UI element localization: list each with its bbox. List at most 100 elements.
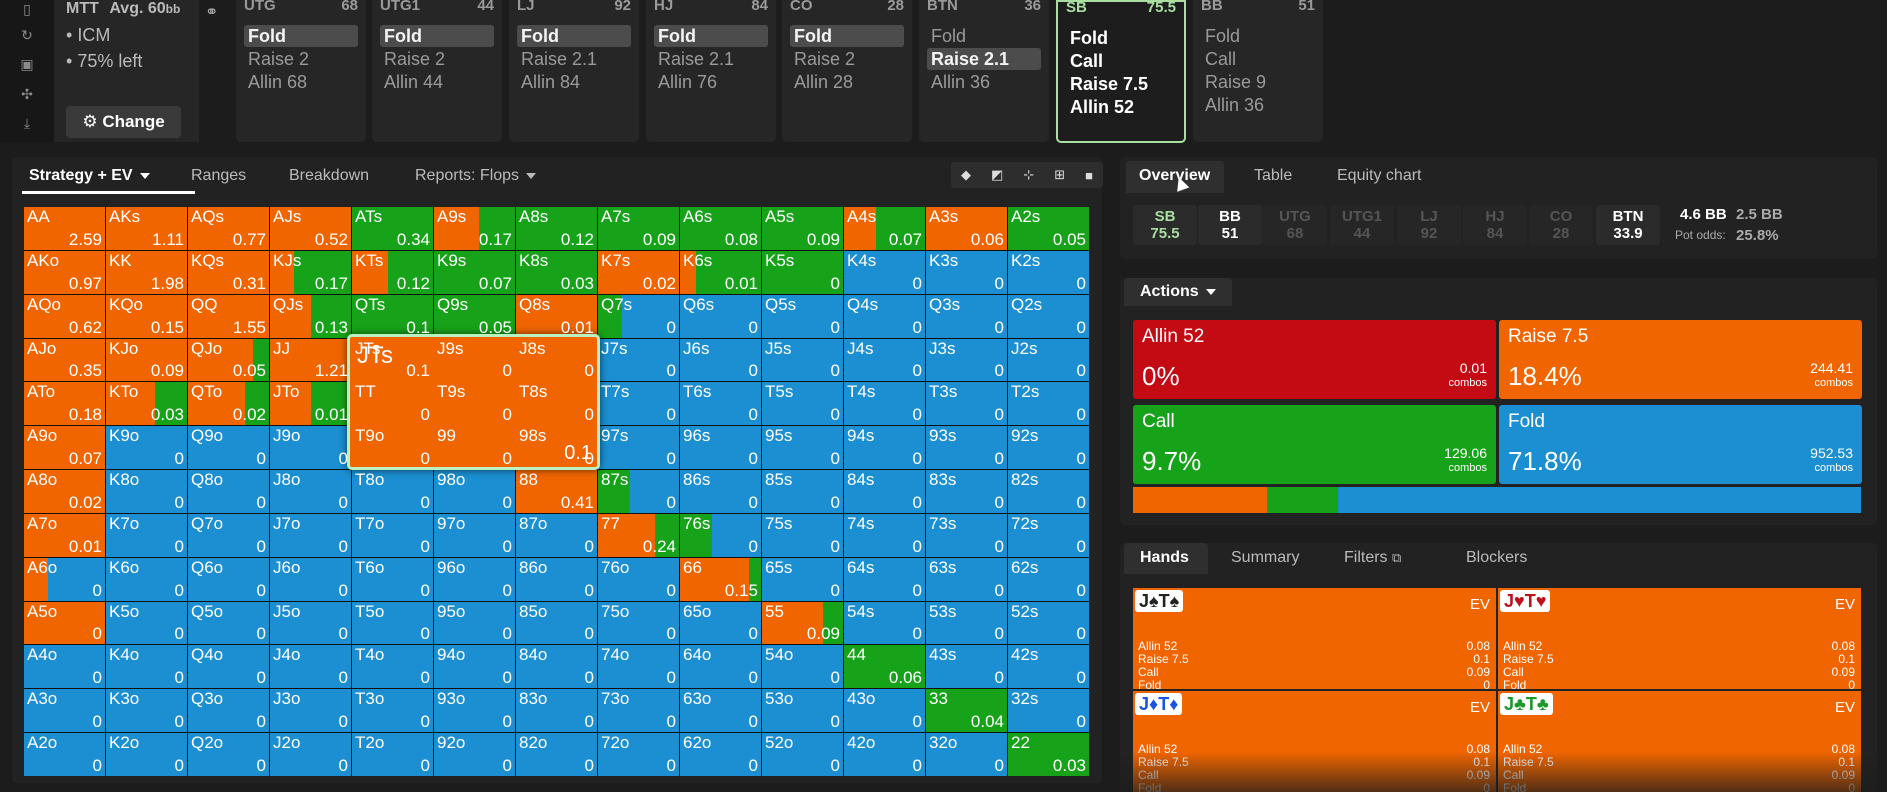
seat-utg[interactable]: UTG 68 Fold Raise 2 Allin 68 [236, 0, 366, 142]
seat-option[interactable]: Raise 2.1 [654, 48, 768, 70]
hand-cell[interactable]: J4o 0 [270, 645, 351, 689]
hand-cell[interactable]: A3o 0 [24, 689, 105, 733]
compact-icon[interactable]: ⊹ [1023, 167, 1034, 183]
hand-cell[interactable]: 98o 0 [434, 470, 515, 513]
hand-cell[interactable]: J5s 0 [762, 338, 843, 382]
hand-cell[interactable]: 95s 0 [762, 426, 843, 470]
hand-cell[interactable]: J6o 0 [270, 557, 351, 601]
hand-cell[interactable]: K3o 0 [106, 689, 187, 733]
hand-cell[interactable]: KJs 0.17 [270, 250, 351, 294]
seat-option[interactable]: Fold [654, 25, 768, 47]
hand-cell[interactable]: 87s 0 [598, 470, 679, 513]
hand-cell[interactable]: QTo 0.02 [188, 382, 269, 426]
hand-cell[interactable]: 54o 0 [762, 645, 843, 689]
hand-cell[interactable]: 72s 0 [1008, 513, 1089, 557]
overview-seat-bb[interactable]: BB 51 [1198, 205, 1262, 245]
hand-cell[interactable]: A9s 0.17 [434, 207, 515, 250]
hand-cell[interactable]: 72o 0 [598, 733, 679, 776]
tab-summary[interactable]: Summary [1231, 548, 1299, 568]
hand-cell[interactable]: Q9s 0.05 [434, 294, 515, 338]
hand-cell[interactable]: T5s 0 [762, 382, 843, 426]
hand-cell[interactable]: 83o 0 [516, 689, 597, 733]
hand-cell[interactable]: T4o 0 [352, 645, 433, 689]
seat-option[interactable]: Fold [790, 25, 904, 47]
seat-option[interactable]: Raise 7.5 [1066, 73, 1176, 95]
hand-cell[interactable]: AQo 0.62 [24, 294, 105, 338]
hand-cell[interactable]: A2s 0.05 [1008, 207, 1089, 250]
hand-cell[interactable]: Q3s 0 [926, 294, 1007, 338]
hand-cell[interactable]: K4s 0 [844, 250, 925, 294]
hand-cell[interactable]: 52s 0 [1008, 601, 1089, 645]
seat-option[interactable]: Allin 44 [380, 71, 494, 93]
contrast-icon[interactable]: ◩ [991, 167, 1003, 183]
hand-combo-card[interactable]: J♥T♥ EV Allin 52 0.08 Raise 7.5 0.1 Call 0.09 Fo… [1498, 588, 1861, 692]
hand-cell[interactable]: J2o 0 [270, 733, 351, 776]
hand-cell[interactable]: K5o 0 [106, 601, 187, 645]
hand-cell[interactable]: 76o 0 [598, 557, 679, 601]
hand-cell[interactable]: J3o 0 [270, 689, 351, 733]
hand-cell[interactable]: AJs 0.52 [270, 207, 351, 250]
hand-cell[interactable]: 66 0.15 [680, 557, 761, 601]
hand-cell[interactable]: ATo 0.18 [24, 382, 105, 426]
action-fold[interactable]: Fold 71.8% 952.53 combos [1499, 405, 1862, 484]
hand-cell[interactable]: 42s 0 [1008, 645, 1089, 689]
hand-cell[interactable]: K9s 0.07 [434, 250, 515, 294]
hand-cell[interactable]: 63s 0 [926, 557, 1007, 601]
hand-cell[interactable]: 75s 0 [762, 513, 843, 557]
overview-seat-utg1[interactable]: UTG1 44 [1330, 205, 1394, 245]
hand-cell[interactable]: 53s 0 [926, 601, 1007, 645]
hand-cell[interactable]: JTo 0.01 [270, 382, 351, 426]
hand-cell[interactable]: 65s 0 [762, 557, 843, 601]
seat-lj[interactable]: LJ 92 Fold Raise 2.1 Allin 84 [509, 0, 639, 142]
hand-cell[interactable]: 82o 0 [516, 733, 597, 776]
hand-cell[interactable]: 73s 0 [926, 513, 1007, 557]
hand-cell[interactable]: K2o 0 [106, 733, 187, 776]
hand-cell[interactable]: K6s 0.01 [680, 250, 761, 294]
hand-cell[interactable]: 32o 0 [926, 733, 1007, 776]
hand-cell[interactable]: A6o 0 [24, 557, 105, 601]
change-button[interactable]: ⚙ Change [66, 106, 181, 138]
hand-cell[interactable]: 53o 0 [762, 689, 843, 733]
seat-option[interactable]: Fold [517, 25, 631, 47]
hand-cell[interactable]: A3s 0.06 [926, 207, 1007, 250]
hand-cell[interactable]: AJo 0.35 [24, 338, 105, 382]
grid-icon[interactable]: ⊞ [1054, 167, 1065, 183]
hand-cell[interactable]: Q5o 0 [188, 601, 269, 645]
seat-option[interactable]: Allin 28 [790, 71, 904, 93]
hand-cell[interactable]: 88 0.41 [516, 470, 597, 513]
hand-cell[interactable]: K8s 0.03 [516, 250, 597, 294]
hand-cell[interactable]: T3s 0 [926, 382, 1007, 426]
seat-hj[interactable]: HJ 84 Fold Raise 2.1 Allin 76 [646, 0, 776, 142]
seat-option[interactable]: Allin 76 [654, 71, 768, 93]
hand-cell[interactable]: QTs 0.1 [352, 294, 433, 338]
hand-cell[interactable]: 62o 0 [680, 733, 761, 776]
tab-blockers[interactable]: Blockers [1466, 548, 1527, 568]
hand-cell[interactable]: KTo 0.03 [106, 382, 187, 426]
hand-cell[interactable]: Q7s 0 [598, 294, 679, 338]
seat-bb[interactable]: BB 51 Fold Call Raise 9 Allin 36 [1193, 0, 1323, 142]
hand-cell[interactable]: KQs 0.31 [188, 250, 269, 294]
hand-cell[interactable]: QJs 0.13 [270, 294, 351, 338]
hand-cell[interactable]: KK 1.98 [106, 250, 187, 294]
hand-cell[interactable]: AQs 0.77 [188, 207, 269, 250]
hand-cell[interactable]: T4s 0 [844, 382, 925, 426]
hand-cell[interactable]: 76s 0 [680, 513, 761, 557]
hand-cell[interactable]: J2s 0 [1008, 338, 1089, 382]
seat-option[interactable]: Allin 68 [244, 71, 358, 93]
tab-reports-flops[interactable]: Reports: Flops [415, 166, 537, 186]
seat-utg1[interactable]: UTG1 44 Fold Raise 2 Allin 44 [372, 0, 502, 142]
cube-icon[interactable]: ◆ [961, 167, 971, 183]
hand-cell[interactable]: 64s 0 [844, 557, 925, 601]
hand-cell[interactable]: A9o 0.07 [24, 426, 105, 470]
hand-cell[interactable]: T2o 0 [352, 733, 433, 776]
hand-cell[interactable]: J3s 0 [926, 338, 1007, 382]
seat-co[interactable]: CO 28 Fold Raise 2 Allin 28 [782, 0, 912, 142]
hand-cell[interactable]: 96s 0 [680, 426, 761, 470]
hand-cell[interactable]: T6s 0 [680, 382, 761, 426]
hand-cell[interactable]: A4o 0 [24, 645, 105, 689]
tab-filters[interactable]: Filters ⧉ [1344, 548, 1401, 568]
seat-option[interactable]: Fold [1201, 25, 1315, 47]
hand-cell[interactable]: K8o 0 [106, 470, 187, 513]
hand-cell[interactable]: T6o 0 [352, 557, 433, 601]
hand-cell[interactable]: 62s 0 [1008, 557, 1089, 601]
